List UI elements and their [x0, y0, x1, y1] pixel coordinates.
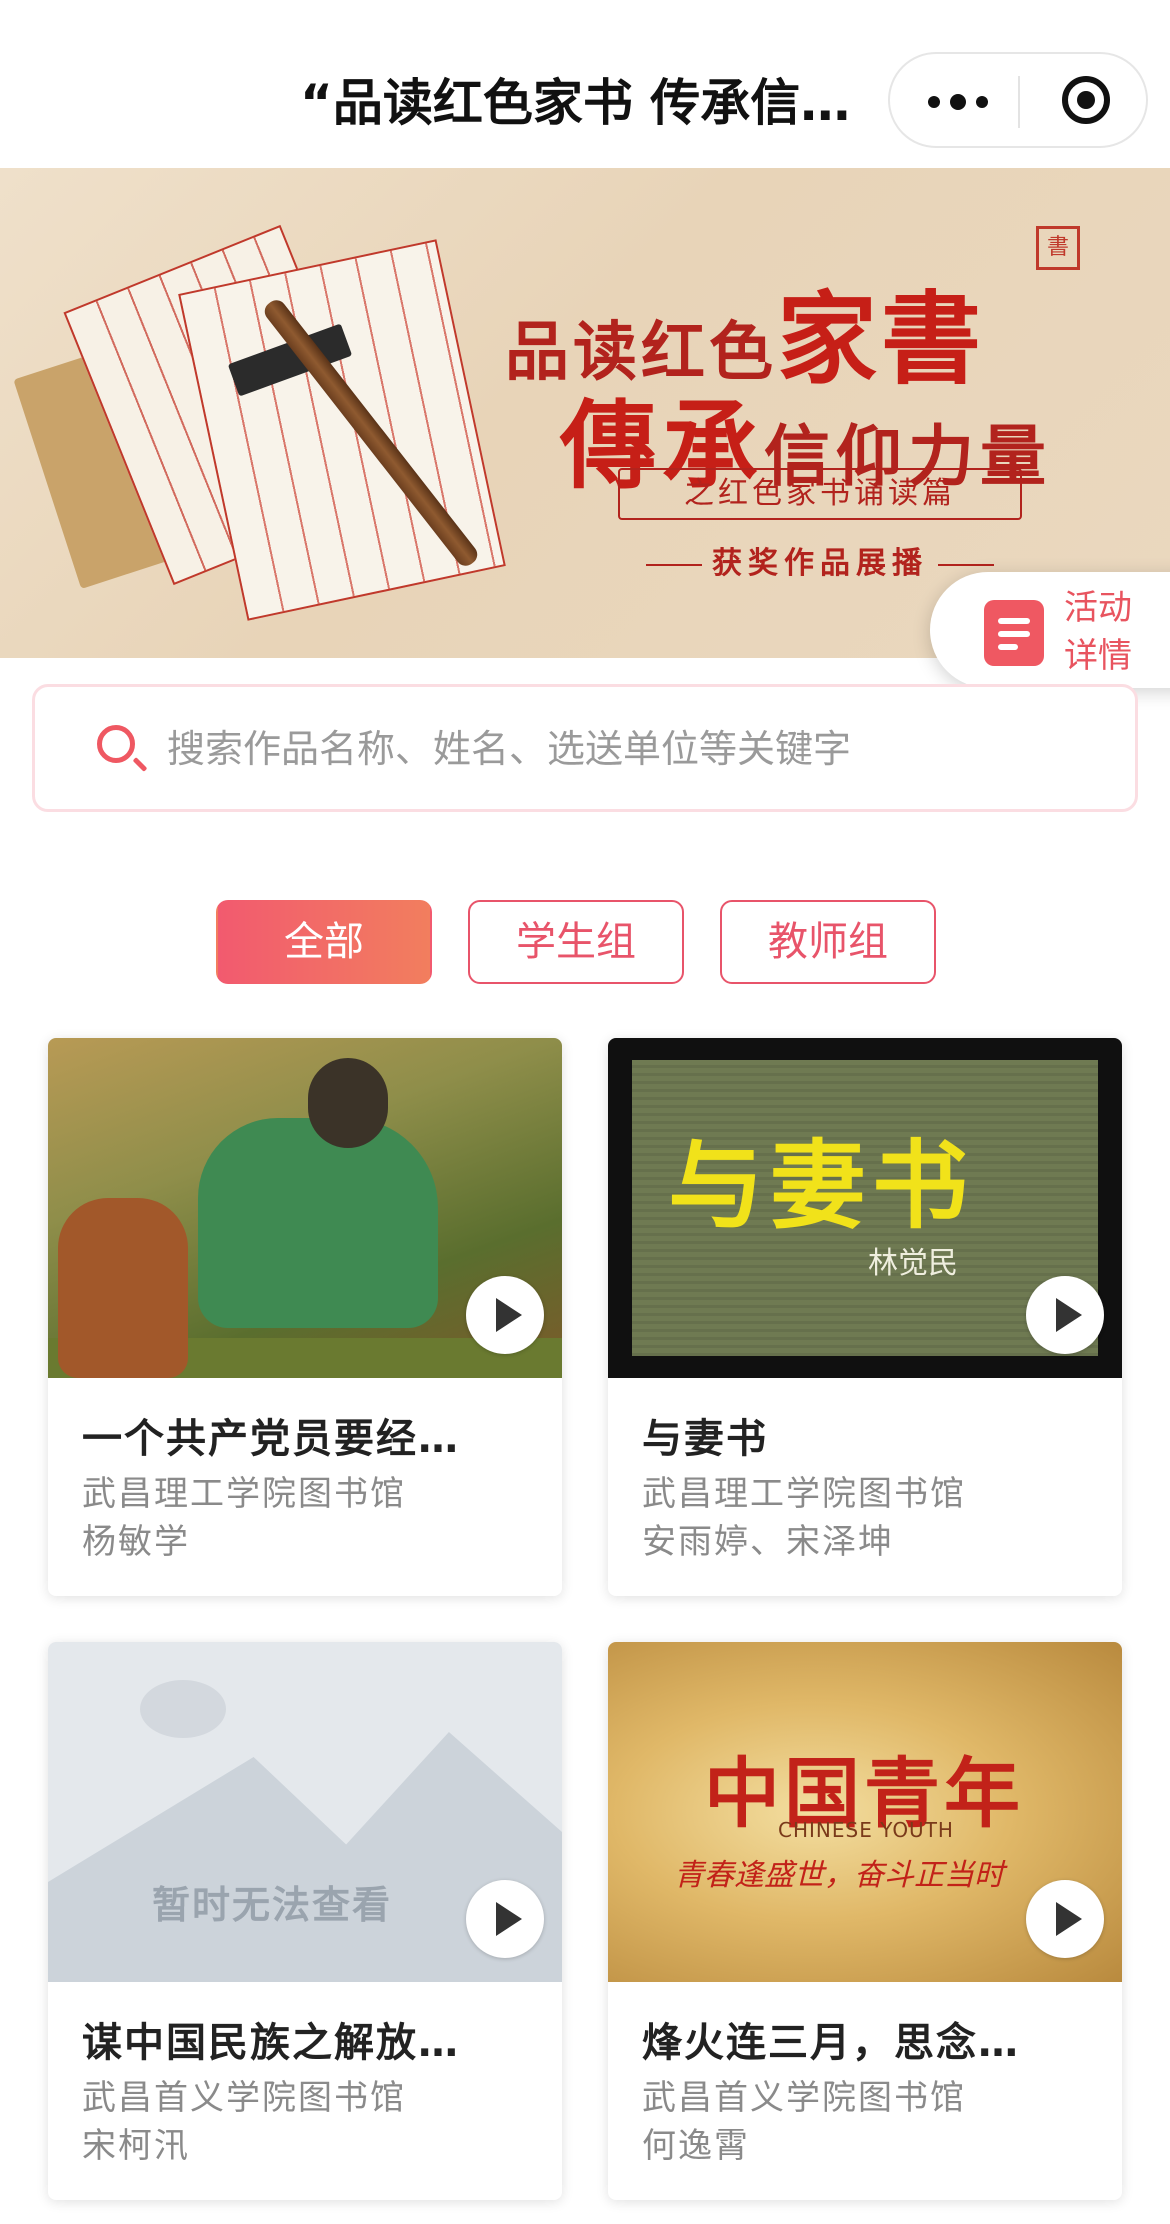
video-thumbnail[interactable]: [48, 1038, 562, 1378]
thumb-dog: [58, 1198, 188, 1378]
card-author: 安雨婷、宋泽坤: [642, 1522, 894, 1562]
thumb-slogan-text: 青春逢盛世，奋斗正当时: [674, 1858, 1004, 1893]
thumb-title-text: 与妻书: [668, 1129, 974, 1242]
card-organization: 武昌理工学院图书馆: [82, 1474, 406, 1514]
card-organization: 武昌首义学院图书馆: [642, 2078, 966, 2118]
card-title: 一个共产党员要经…: [82, 1416, 460, 1462]
search-box[interactable]: [32, 684, 1138, 812]
thumb-head: [308, 1058, 388, 1148]
award-label: 获奖作品展播: [712, 546, 928, 581]
card-author: 何逸霄: [642, 2126, 750, 2166]
card-organization: 武昌首义学院图书馆: [82, 2078, 406, 2118]
play-icon[interactable]: [1026, 1880, 1104, 1958]
tab-all[interactable]: 全部: [216, 900, 432, 984]
top-bar: “品读红色家书 传承信…: [0, 0, 1170, 168]
card-title: 谋中国民族之解放…: [82, 2020, 460, 2066]
thumb-english-text: CHINESE YOUTH: [778, 1818, 954, 1842]
thumb-author-text: 林觉民: [868, 1246, 958, 1281]
tab-teacher-group[interactable]: 教师组: [720, 900, 936, 984]
activity-details-button[interactable]: 活动详情: [930, 572, 1170, 688]
capsule-divider: [1018, 76, 1020, 128]
tab-student-group[interactable]: 学生组: [468, 900, 684, 984]
work-card[interactable]: 暂时无法查看 谋中国民族之解放… 武昌首义学院图书馆 宋柯汛: [48, 1642, 562, 2200]
search-input[interactable]: [165, 715, 1109, 783]
card-author: 宋柯汛: [82, 2126, 190, 2166]
mini-program-capsule: [888, 52, 1148, 148]
video-thumbnail[interactable]: 与妻书 林觉民: [608, 1038, 1122, 1378]
card-title: 与妻书: [642, 1416, 768, 1462]
banner-subtitle: 之红色家书诵读篇: [618, 468, 1022, 520]
target-close-icon[interactable]: [1062, 76, 1110, 124]
work-card[interactable]: 一个共产党员要经… 武昌理工学院图书馆 杨敏学: [48, 1038, 562, 1596]
letter-paper-graphic: [178, 239, 506, 621]
work-card[interactable]: 中国青年 CHINESE YOUTH 青春逢盛世，奋斗正当时 烽火连三月，思念……: [608, 1642, 1122, 2200]
play-icon[interactable]: [466, 1880, 544, 1958]
unavailable-text: 暂时无法查看: [152, 1883, 393, 1927]
page-title: “品读红色家书 传承信…: [300, 74, 851, 132]
video-thumbnail[interactable]: 暂时无法查看: [48, 1642, 562, 1982]
more-dots-icon[interactable]: [928, 82, 988, 122]
placeholder-sun: [140, 1680, 226, 1738]
document-list-icon: [984, 600, 1044, 666]
card-title: 烽火连三月，思念…: [642, 2020, 1020, 2066]
play-icon[interactable]: [1026, 1276, 1104, 1354]
activity-details-label: 活动详情: [1064, 588, 1132, 676]
work-card[interactable]: 与妻书 林觉民 与妻书 武昌理工学院图书馆 安雨婷、宋泽坤: [608, 1038, 1122, 1596]
play-icon[interactable]: [466, 1276, 544, 1354]
card-author: 杨敏学: [82, 1522, 190, 1562]
search-icon: [97, 725, 135, 763]
banner-award-text: 获奖作品展播: [620, 538, 1020, 582]
thumb-person: [198, 1118, 438, 1328]
video-thumbnail[interactable]: 中国青年 CHINESE YOUTH 青春逢盛世，奋斗正当时: [608, 1642, 1122, 1982]
seal-icon: 書: [1036, 226, 1080, 270]
card-organization: 武昌理工学院图书馆: [642, 1474, 966, 1514]
